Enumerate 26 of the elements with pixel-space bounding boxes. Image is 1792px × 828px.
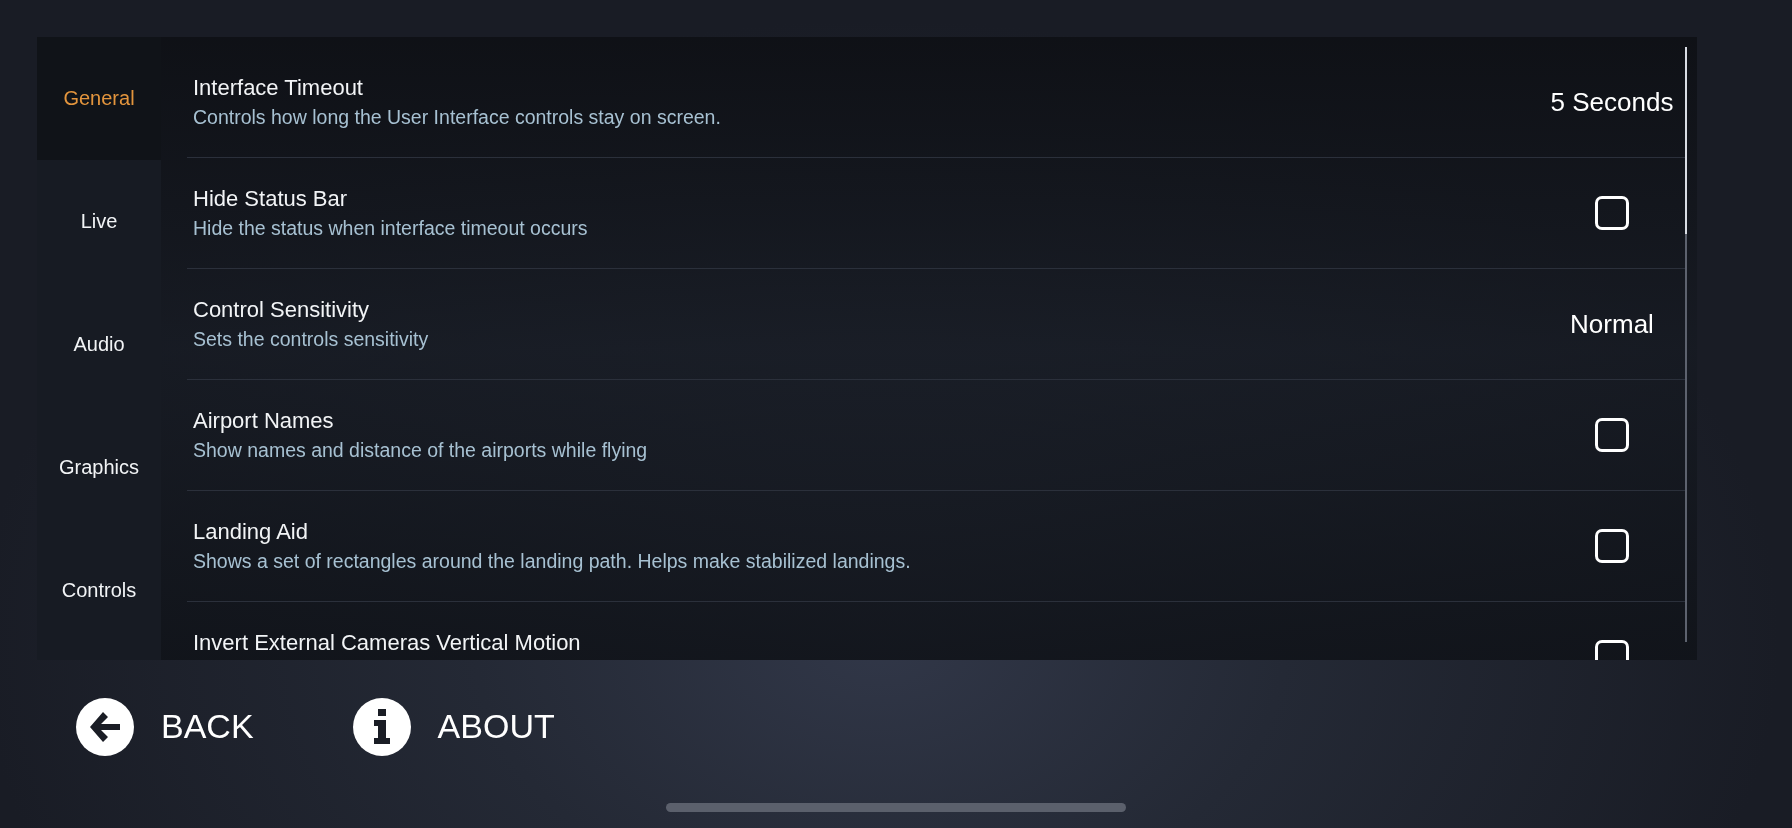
sidebar-tab[interactable]: Audio — [37, 283, 161, 406]
sidebar-tab[interactable]: Graphics — [37, 406, 161, 529]
setting-description: Shows a set of rectangles around the landing path. Helps make stabilized landings. — [193, 549, 912, 574]
setting-description: Show names and distance of the airports while flying — [193, 438, 649, 463]
info-icon — [352, 697, 411, 756]
setting-title: Landing Aid — [193, 518, 309, 546]
setting-title: Invert External Cameras Vertical Motion — [193, 629, 582, 657]
checkbox[interactable] — [1595, 529, 1629, 563]
setting-title: Interface Timeout — [193, 74, 364, 102]
setting-description: Controls how long the User Interface controls stay on screen. — [193, 105, 722, 130]
checkbox[interactable] — [1595, 196, 1629, 230]
setting-title: Airport Names — [193, 407, 335, 435]
back-button[interactable]: BACK — [76, 697, 254, 756]
sidebar-tab[interactable]: Live — [37, 160, 161, 283]
setting-value[interactable]: 5 Seconds — [1550, 86, 1674, 118]
checkbox[interactable] — [1595, 418, 1629, 452]
setting-title: Hide Status Bar — [193, 185, 349, 213]
setting-description: Hide the status when interface timeout occurs — [193, 216, 589, 241]
setting-value[interactable]: Normal — [1570, 308, 1654, 340]
scrollbar-thumb[interactable] — [1685, 47, 1687, 234]
sidebar-tab[interactable]: Controls — [37, 529, 161, 652]
scrollbar-track[interactable] — [1685, 47, 1687, 642]
sidebar-tab[interactable]: General — [37, 37, 161, 160]
setting-description: Sets the controls sensitivity — [193, 327, 430, 352]
about-button[interactable]: ABOUT — [352, 697, 555, 756]
setting-title: Control Sensitivity — [193, 296, 371, 324]
